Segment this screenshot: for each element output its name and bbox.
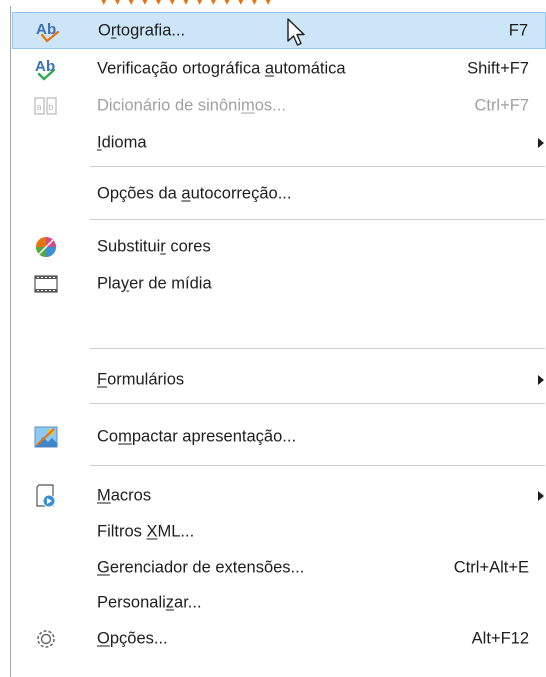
- menu-separator: [90, 348, 545, 349]
- menu-item-replace-colors[interactable]: Substituir cores: [12, 228, 546, 265]
- menu-item-macros[interactable]: Macros: [12, 477, 546, 514]
- shortcut-label: Ctrl+F7: [474, 96, 529, 114]
- media-player-icon: [34, 272, 58, 296]
- shortcut-label: Alt+F12: [471, 629, 529, 647]
- shortcut-label: Shift+F7: [467, 59, 529, 77]
- menu-item-customize[interactable]: Personalizar...: [12, 584, 546, 621]
- submenu-arrow-icon: [538, 490, 544, 501]
- compress-presentation-icon: [34, 425, 58, 449]
- macros-icon: [34, 483, 58, 508]
- options-gear-icon: [34, 627, 58, 651]
- shortcut-label: Ctrl+Alt+E: [453, 558, 529, 576]
- menu-item-spelling[interactable]: A b Ortografia... F7: [12, 12, 546, 49]
- menu-separator: [90, 166, 545, 167]
- svg-text:a: a: [37, 102, 42, 112]
- menu-item-media-player[interactable]: Player de mídia: [12, 265, 546, 302]
- menu-separator: [90, 465, 545, 466]
- menu-item-autocorrect-options[interactable]: Opções da autocorreção...: [12, 175, 546, 212]
- submenu-arrow-icon: [538, 137, 544, 148]
- submenu-arrow-icon: [538, 374, 544, 385]
- menu-separator: [90, 403, 545, 404]
- shortcut-label: F7: [508, 21, 528, 39]
- menu-separator: [90, 219, 545, 220]
- menu-item-xml-filters[interactable]: Filtros XML...: [12, 513, 546, 550]
- mouse-pointer-icon: [286, 17, 306, 52]
- menu-item-extension-manager[interactable]: Gerenciador de extensões... Ctrl+Alt+E: [12, 549, 546, 586]
- menu-item-auto-spellcheck[interactable]: A b Verificação ortográfica automática S…: [12, 50, 546, 87]
- auto-spellcheck-icon: A b: [34, 57, 58, 81]
- menu-item-thesaurus[interactable]: a b Dicionário de sinônimos... Ctrl+F7: [12, 87, 546, 124]
- svg-text:A: A: [35, 58, 46, 75]
- spelling-check-icon: A b: [35, 19, 59, 43]
- menu-item-language[interactable]: Idioma: [12, 124, 546, 161]
- tools-menu: A b Ortografia... F7 A b Verificação ort…: [10, 6, 546, 677]
- svg-text:b: b: [49, 102, 54, 112]
- color-replacer-icon: [34, 235, 58, 259]
- menu-item-options[interactable]: Opções... Alt+F12: [12, 620, 546, 657]
- thesaurus-icon: a b: [34, 94, 58, 118]
- menu-item-forms[interactable]: Formulários: [12, 361, 546, 398]
- menu-item-compress-presentation[interactable]: Compactar apresentação...: [12, 418, 546, 455]
